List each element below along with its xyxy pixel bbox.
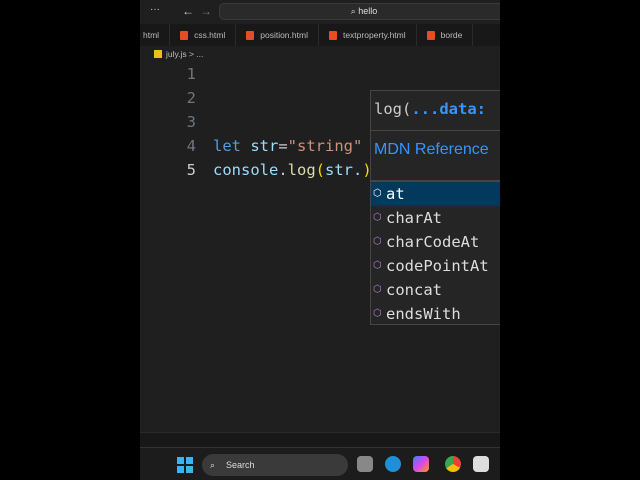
windows-taskbar: ⌕ Search [140, 447, 500, 480]
snipping-tool-icon[interactable] [473, 456, 489, 472]
code-editor[interactable]: 1 2 3 4 5 let str="string" console.log(s… [140, 62, 500, 432]
tab-label: css.html [194, 30, 226, 40]
html-file-icon [328, 30, 337, 40]
tab-html[interactable]: html [140, 24, 171, 46]
tab-label: borde [440, 30, 463, 40]
code-line-4: let str="string" [213, 134, 362, 158]
more-menu-button[interactable]: ··· [150, 4, 160, 15]
suggestion-item[interactable]: ⬡ charCodeAt [371, 230, 500, 254]
suggestion-item[interactable]: ⬡ charAt [371, 206, 500, 230]
signature: log(...data: [371, 91, 500, 131]
variable: str [241, 137, 279, 155]
object: console [213, 161, 279, 179]
js-file-icon [154, 50, 162, 58]
forward-button[interactable]: → [200, 4, 212, 18]
method-icon: ⬡ [373, 236, 382, 247]
suggestion-label: codePointAt [386, 257, 489, 275]
chrome-icon[interactable] [445, 456, 461, 472]
suggestion-label: concat [386, 281, 442, 299]
method-icon: ⬡ [373, 212, 382, 223]
tab-label: textproperty.html [342, 30, 406, 40]
search-icon: ⌕ [210, 460, 216, 470]
tab-position-html[interactable]: position.html [236, 24, 319, 46]
search-text: hello [358, 6, 378, 16]
suggestion-widget: ⬡ at ⬡ charAt ⬡ charCodeAt ⬡ codePointAt ⬡ co… [370, 181, 500, 325]
suggestion-item[interactable]: ⬡ at [371, 182, 500, 206]
bottom-panel [140, 432, 500, 447]
method-icon: ⬡ [373, 284, 382, 295]
parameter-hint-widget: log(...data: MDN Reference [370, 90, 500, 181]
keyword: let [213, 137, 241, 155]
tab-border[interactable]: borde [417, 24, 474, 46]
edge-icon[interactable] [385, 456, 401, 472]
suggestion-item[interactable]: ⬡ endsWith [371, 302, 500, 326]
suggestion-label: charCodeAt [386, 233, 480, 251]
signature-fn: log( [374, 100, 412, 118]
argument: str. [325, 161, 363, 179]
tab-css-html[interactable]: css.html [170, 24, 237, 46]
html-file-icon [246, 30, 255, 40]
breadcrumb-file[interactable]: july.js [166, 49, 187, 59]
code-line-5: console.log(str.) [213, 158, 372, 182]
title-bar: ··· ← → ⌕ hello [140, 0, 500, 24]
dot: . [278, 161, 288, 179]
string-literal: "string" [287, 137, 363, 155]
vscode-window: ··· ← → ⌕ hello html css.html position.ht… [140, 0, 500, 480]
mdn-reference-link[interactable]: MDN Reference [371, 131, 500, 169]
suggestion-item[interactable]: ⬡ concat [371, 278, 500, 302]
line-number: 1 [186, 65, 196, 83]
windows-start-icon[interactable] [177, 457, 193, 473]
taskbar-search[interactable]: ⌕ Search [202, 454, 348, 476]
suggestion-label: charAt [386, 209, 442, 227]
html-file-icon [426, 30, 435, 40]
line-number: 4 [186, 137, 196, 155]
copilot-icon[interactable] [413, 456, 429, 472]
line-number: 3 [186, 113, 196, 131]
html-file-icon [180, 30, 189, 40]
tab-label: html [143, 30, 160, 40]
suggestion-item[interactable]: ⬡ codePointAt [371, 254, 500, 278]
command-center-search[interactable]: ⌕ hello [219, 3, 500, 20]
line-number: 5 [186, 161, 196, 179]
back-button[interactable]: ← [182, 4, 194, 18]
suggestion-label: at [386, 185, 405, 203]
tab-label: position.html [260, 30, 308, 40]
method-icon: ⬡ [373, 260, 382, 271]
signature-params: ...data: [411, 100, 486, 118]
suggestion-label: endsWith [386, 305, 461, 323]
editor-tabs: html css.html position.html textproperty… [140, 24, 500, 46]
breadcrumb[interactable]: july.js > ... [140, 46, 500, 62]
task-view-icon[interactable] [357, 456, 373, 472]
function-name: log [287, 161, 316, 179]
operator: = [278, 137, 288, 155]
search-label: Search [226, 460, 255, 470]
method-icon: ⬡ [373, 308, 382, 319]
paren: ( [315, 161, 326, 179]
tab-textproperty-html[interactable]: textproperty.html [319, 24, 417, 46]
method-icon: ⬡ [373, 188, 382, 199]
line-number: 2 [186, 89, 196, 107]
breadcrumb-separator: > ... [189, 49, 204, 59]
